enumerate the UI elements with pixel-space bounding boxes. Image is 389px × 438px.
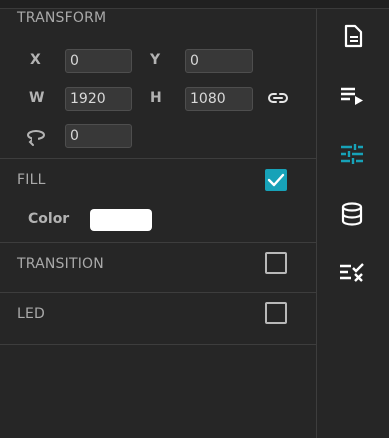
sliders-icon[interactable] [338,140,366,168]
divider [0,158,316,159]
w-label: W [29,90,45,106]
document-icon[interactable] [338,22,366,50]
link-icon[interactable] [266,86,290,110]
transform-section-title: TRANSFORM [17,10,107,26]
h-label: H [150,90,162,106]
fill-checkbox[interactable] [265,169,287,191]
database-icon[interactable] [338,200,366,228]
x-label: X [30,52,41,68]
top-strip [0,0,389,9]
rotate-icon [24,124,48,148]
transition-section-title: TRANSITION [17,256,104,272]
divider [0,344,316,345]
playlist-icon[interactable] [338,82,366,110]
transition-checkbox[interactable] [265,252,287,274]
x-input[interactable] [65,49,132,73]
height-input[interactable] [185,87,253,111]
fill-section-title: FILL [17,172,46,188]
led-section-title: LED [17,306,46,322]
width-input[interactable] [65,87,132,111]
y-input[interactable] [185,49,253,73]
y-label: Y [150,52,161,68]
led-checkbox[interactable] [265,302,287,324]
divider [0,292,316,293]
checklist-icon[interactable] [338,258,366,286]
color-label: Color [28,211,70,227]
checkmark-icon [267,173,285,187]
color-swatch[interactable] [90,209,152,231]
divider [0,242,316,243]
rotation-input[interactable] [65,124,132,148]
